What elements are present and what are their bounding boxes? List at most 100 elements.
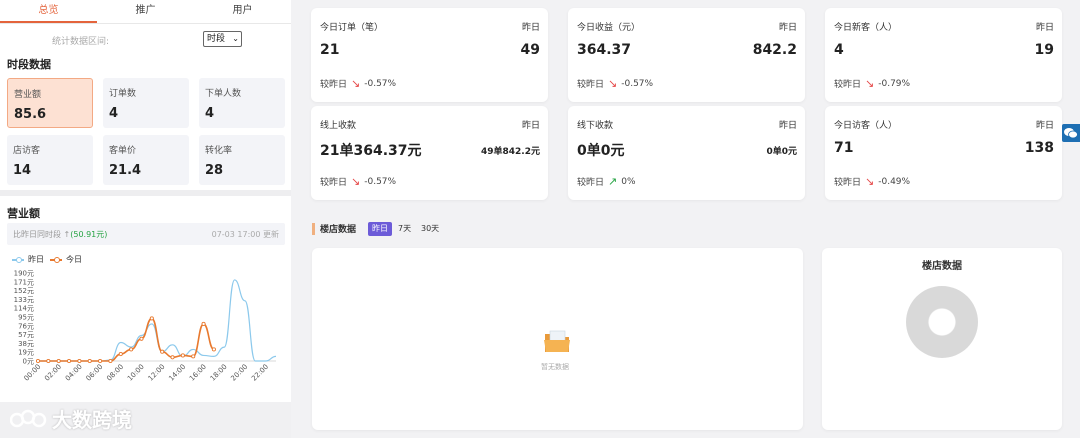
kpi-buyers[interactable]: 下单人数 4 [199, 78, 285, 128]
x-tick-label: 12:00 [147, 363, 167, 383]
metric-change: 较昨日 ↘ -0.57% [320, 175, 396, 188]
compare-label: 比昨日同时段 ↑ [13, 230, 71, 239]
store-donut-chart [906, 286, 978, 358]
series-point [170, 355, 175, 360]
metric-label: 今日访客（人） [834, 121, 898, 131]
kpi-revenue[interactable]: 营业额 85.6 [7, 78, 93, 128]
change-value: -0.57% [364, 78, 397, 89]
change-value: -0.57% [364, 176, 397, 187]
change-label: 较昨日 [834, 80, 862, 90]
legend-label: 昨日 [28, 255, 44, 264]
y-tick-label: 133元 [14, 296, 34, 304]
series-point [108, 358, 113, 364]
y-tick-label: 95元 [18, 314, 34, 322]
kpi-value: 4 [205, 106, 215, 121]
metric-yesterday-value: 49 [520, 42, 540, 58]
series-point [118, 352, 123, 357]
kpi-label: 下单人数 [205, 89, 242, 99]
metric-change: 较昨日 ↗ 0% [577, 175, 636, 188]
kpi-value: 85.6 [14, 107, 47, 122]
metric-change: 较昨日 ↘ -0.57% [320, 77, 396, 90]
range-select-value: 时段 [207, 34, 226, 44]
metric-card-visitors[interactable]: 今日访客（人） 昨日 71 138 较昨日 ↘ -0.49% [825, 106, 1062, 200]
change-label: 较昨日 [577, 178, 605, 188]
wechat-icon [1064, 128, 1078, 139]
tab-bar: 总览 推广 用户 [0, 0, 291, 24]
metric-yesterday-label: 昨日 [521, 121, 540, 131]
period-30d-button[interactable]: 30天 [417, 222, 443, 236]
metric-value: 21单364.37元 [320, 143, 422, 159]
y-tick-label: 152元 [14, 287, 34, 295]
legend-yesterday[interactable]: 昨日 [12, 254, 44, 265]
compare-value: (50.91元) [70, 230, 108, 239]
kpi-value: 4 [109, 106, 119, 121]
kpi-label: 客单价 [109, 146, 137, 156]
metric-change: 较昨日 ↘ -0.57% [577, 77, 653, 90]
kpi-label: 订单数 [109, 89, 137, 99]
series-line [37, 317, 215, 362]
kpi-label: 营业额 [14, 90, 42, 100]
metric-yesterday-value: 19 [1034, 42, 1054, 58]
kpi-conversion[interactable]: 转化率 28 [199, 135, 285, 185]
y-tick-label: 38元 [18, 340, 34, 348]
series-point [180, 353, 185, 358]
y-tick-label: 190元 [14, 270, 34, 278]
compare-text: 比昨日同时段 ↑(50.91元) [13, 229, 107, 240]
section-divider [0, 190, 291, 196]
wechat-float-button[interactable] [1062, 124, 1080, 142]
trend-down-icon: ↘ [351, 175, 361, 188]
tab-overview[interactable]: 总览 [0, 0, 97, 23]
legend-today[interactable]: 今日 [50, 254, 82, 265]
x-tick-label: 02:00 [43, 363, 63, 383]
metric-card-new-customers[interactable]: 今日新客（人） 昨日 4 19 较昨日 ↘ -0.79% [825, 8, 1062, 102]
series-point [129, 347, 134, 352]
change-label: 较昨日 [320, 80, 348, 90]
trend-down-icon: ↘ [865, 175, 875, 188]
metric-yesterday-value: 138 [1024, 140, 1054, 156]
x-tick-label: 04:00 [64, 363, 84, 383]
trend-down-icon: ↘ [351, 77, 361, 90]
kpi-avg-order[interactable]: 客单价 21.4 [103, 135, 189, 185]
y-tick-label: 57元 [18, 331, 34, 339]
kpi-visitors[interactable]: 店访客 14 [7, 135, 93, 185]
metric-card-offline[interactable]: 线下收款 昨日 0单0元 0单0元 较昨日 ↗ 0% [568, 106, 805, 200]
y-tick-label: 114元 [14, 305, 34, 313]
change-value: -0.57% [621, 78, 654, 89]
kpi-value: 28 [205, 163, 224, 178]
store-title-text: 楼店数据 [320, 225, 357, 235]
tab-users[interactable]: 用户 [194, 0, 291, 23]
metric-card-online[interactable]: 线上收款 昨日 21单364.37元 49单842.2元 较昨日 ↘ -0.57… [311, 106, 548, 200]
x-tick-label: 06:00 [85, 363, 105, 383]
series-line [37, 279, 277, 362]
metric-yesterday-value: 842.2 [752, 42, 797, 58]
store-pie-panel: 楼店数据 [822, 248, 1062, 430]
metric-yesterday-label: 昨日 [778, 121, 797, 131]
legend-line-icon [50, 256, 62, 263]
change-value: 0% [621, 176, 636, 187]
metric-card-income[interactable]: 今日收益（元） 昨日 364.37 842.2 较昨日 ↘ -0.57% [568, 8, 805, 102]
metric-yesterday-label: 昨日 [521, 23, 540, 33]
range-select[interactable]: 时段 ⌄ [203, 31, 242, 47]
series-point [201, 321, 206, 326]
kpi-orders[interactable]: 订单数 4 [103, 78, 189, 128]
series-point [160, 349, 165, 354]
period-7d-button[interactable]: 7天 [394, 222, 415, 236]
tab-promotion[interactable]: 推广 [97, 0, 194, 23]
metric-label: 今日新客（人） [834, 23, 898, 33]
series-point [191, 354, 196, 359]
metric-label: 线下收款 [577, 121, 614, 131]
x-tick-label: 08:00 [105, 363, 125, 383]
x-tick-label: 22:00 [250, 363, 270, 383]
x-tick-label: 14:00 [167, 363, 187, 383]
range-label: 统计数据区间: [52, 37, 110, 47]
metric-yesterday-value: 0单0元 [766, 147, 797, 157]
metric-card-orders[interactable]: 今日订单（笔） 昨日 21 49 较昨日 ↘ -0.57% [311, 8, 548, 102]
period-yesterday-button[interactable]: 昨日 [368, 222, 392, 236]
series-point [46, 358, 51, 364]
metric-value: 0单0元 [577, 143, 625, 159]
trend-down-icon: ↘ [608, 77, 618, 90]
metric-label: 今日订单（笔） [320, 23, 384, 33]
empty-folder-icon [544, 330, 570, 352]
kpi-label: 店访客 [13, 146, 41, 156]
y-tick-label: 0元 [23, 358, 34, 366]
